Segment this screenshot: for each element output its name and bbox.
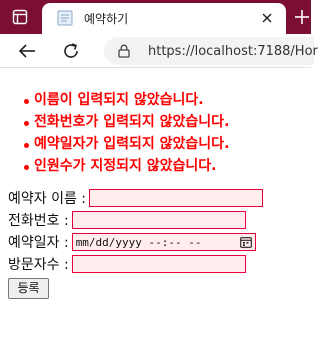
browser-tab[interactable]: 예약하기 bbox=[42, 3, 286, 34]
name-label: 예약자 이름 : bbox=[8, 191, 87, 207]
date-label: 예약일자 : bbox=[8, 235, 69, 251]
validation-error-date: 예약일자가 입력되지 않았습니다. bbox=[23, 133, 229, 155]
visitors-label: 방문자수 : bbox=[8, 257, 69, 273]
phone-row: 전화번호 : bbox=[8, 210, 246, 230]
reload-button[interactable] bbox=[58, 39, 84, 63]
lock-icon bbox=[118, 44, 130, 58]
validation-error-name: 이름이 입력되지 않았습니다. bbox=[23, 89, 229, 111]
tab-actions-button[interactable] bbox=[0, 0, 40, 34]
tab-actions-icon bbox=[12, 9, 28, 25]
date-row: 예약일자 : mm/dd/yyyy --:-- -- bbox=[8, 232, 256, 252]
submit-button[interactable]: 등록 bbox=[8, 278, 49, 299]
tab-close-button[interactable] bbox=[258, 9, 276, 27]
url-text: https://localhost:7188/Hor bbox=[148, 44, 318, 59]
date-input[interactable]: mm/dd/yyyy --:-- -- bbox=[71, 233, 256, 251]
validation-error-visitors: 인원수가 지정되지 않았습니다. bbox=[23, 155, 229, 177]
phone-label: 전화번호 : bbox=[8, 213, 69, 229]
name-row: 예약자 이름 : bbox=[8, 188, 264, 208]
calendar-icon[interactable] bbox=[239, 236, 252, 248]
back-button[interactable] bbox=[14, 39, 40, 63]
validation-summary: 이름이 입력되지 않았습니다. 전화번호가 입력되지 않았습니다. 예약일자가 … bbox=[23, 89, 229, 177]
tab-title: 예약하기 bbox=[84, 12, 129, 26]
name-input[interactable] bbox=[89, 189, 264, 207]
close-icon bbox=[262, 13, 272, 23]
validation-error-phone: 전화번호가 입력되지 않았습니다. bbox=[23, 111, 229, 133]
address-bar[interactable]: https://localhost:7188/Hor bbox=[104, 37, 318, 65]
plus-icon bbox=[294, 10, 309, 24]
date-placeholder: mm/dd/yyyy --:-- -- bbox=[75, 235, 202, 249]
arrow-left-icon bbox=[18, 44, 35, 58]
reload-icon bbox=[64, 43, 78, 58]
page-favicon-icon bbox=[57, 10, 73, 26]
visitors-row: 방문자수 : bbox=[8, 254, 246, 274]
visitors-input[interactable] bbox=[71, 255, 246, 273]
tab-bar: 예약하기 bbox=[0, 0, 311, 34]
new-tab-button[interactable] bbox=[292, 6, 311, 28]
phone-input[interactable] bbox=[71, 211, 246, 229]
browser-toolbar: https://localhost:7188/Hor bbox=[0, 34, 318, 68]
